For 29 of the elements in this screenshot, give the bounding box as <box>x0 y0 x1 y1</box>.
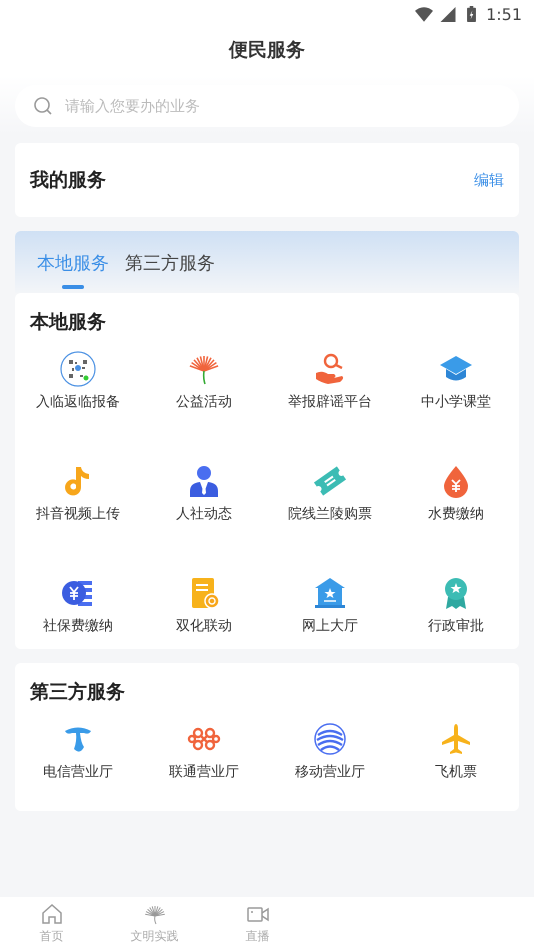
service-link[interactable]: 联通营业厅 <box>169 763 239 781</box>
tab[interactable]: 第三方服务 <box>125 241 215 287</box>
service-link[interactable]: 行政审批 <box>428 617 484 635</box>
service-link[interactable]: 举报辟谣平台 <box>288 393 372 411</box>
service-link[interactable]: 院线兰陵购票 <box>288 505 372 523</box>
section-title: 本地服务 <box>30 311 106 333</box>
service-link[interactable]: 移动营业厅 <box>295 763 365 781</box>
service-link[interactable]: 公益活动 <box>176 393 232 411</box>
service-link[interactable]: 飞机票 <box>435 763 477 781</box>
service-link[interactable]: 人社动态 <box>176 505 232 523</box>
service-link[interactable]: 网上大厅 <box>302 617 358 635</box>
clock-time: 1:51 <box>486 4 522 24</box>
service-link[interactable]: 社保费缴纳 <box>43 617 113 635</box>
building-star-icon <box>312 575 348 611</box>
service-link[interactable]: 入临返临报备 <box>36 393 120 411</box>
section-title: 我的服务 <box>30 168 106 193</box>
battery-icon <box>467 6 476 22</box>
service-link[interactable]: 抖音视频上传 <box>36 505 120 523</box>
section-title: 第三方服务 <box>30 681 125 703</box>
wifi-icon <box>415 6 434 22</box>
page-title: 便民服务 <box>229 38 305 63</box>
service-link[interactable]: 中小学课堂 <box>421 393 491 411</box>
qr-code-icon <box>60 351 96 387</box>
service-link[interactable]: 电信营业厅 <box>43 763 113 781</box>
swirl-logo-icon <box>312 721 348 757</box>
service-link[interactable]: 水费缴纳 <box>428 505 484 523</box>
signal-icon <box>439 6 458 22</box>
service-link[interactable]: 双化联动 <box>176 617 232 635</box>
home-icon <box>40 902 64 926</box>
